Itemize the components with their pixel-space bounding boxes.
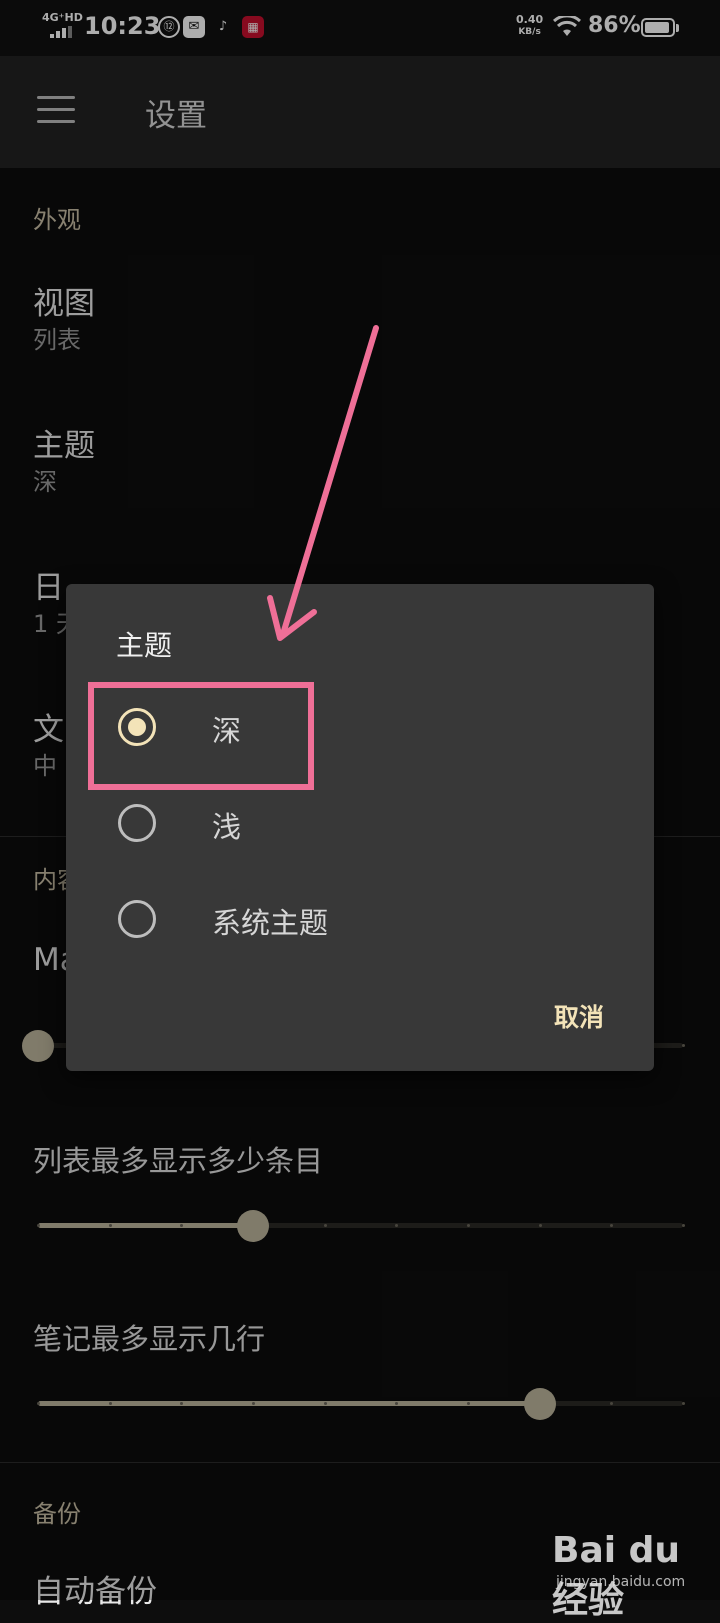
- baidu-watermark: Bai du 经验 jingyan.baidu.com: [552, 1516, 712, 1621]
- watermark-url: jingyan.baidu.com: [556, 1574, 686, 1590]
- radio-unchecked-icon[interactable]: [118, 804, 156, 842]
- radio-unchecked-icon[interactable]: [118, 900, 156, 938]
- theme-option-light[interactable]: 浅: [66, 776, 654, 872]
- cancel-button[interactable]: 取消: [554, 998, 604, 1034]
- theme-dialog: 主题 深 浅 系统主题 取消: [66, 584, 654, 1071]
- theme-option-system[interactable]: 系统主题: [66, 872, 654, 968]
- option-label: 系统主题: [212, 906, 329, 940]
- option-label: 浅: [212, 810, 242, 844]
- annotation-highlight-box: [88, 682, 314, 790]
- dialog-title: 主题: [116, 629, 173, 662]
